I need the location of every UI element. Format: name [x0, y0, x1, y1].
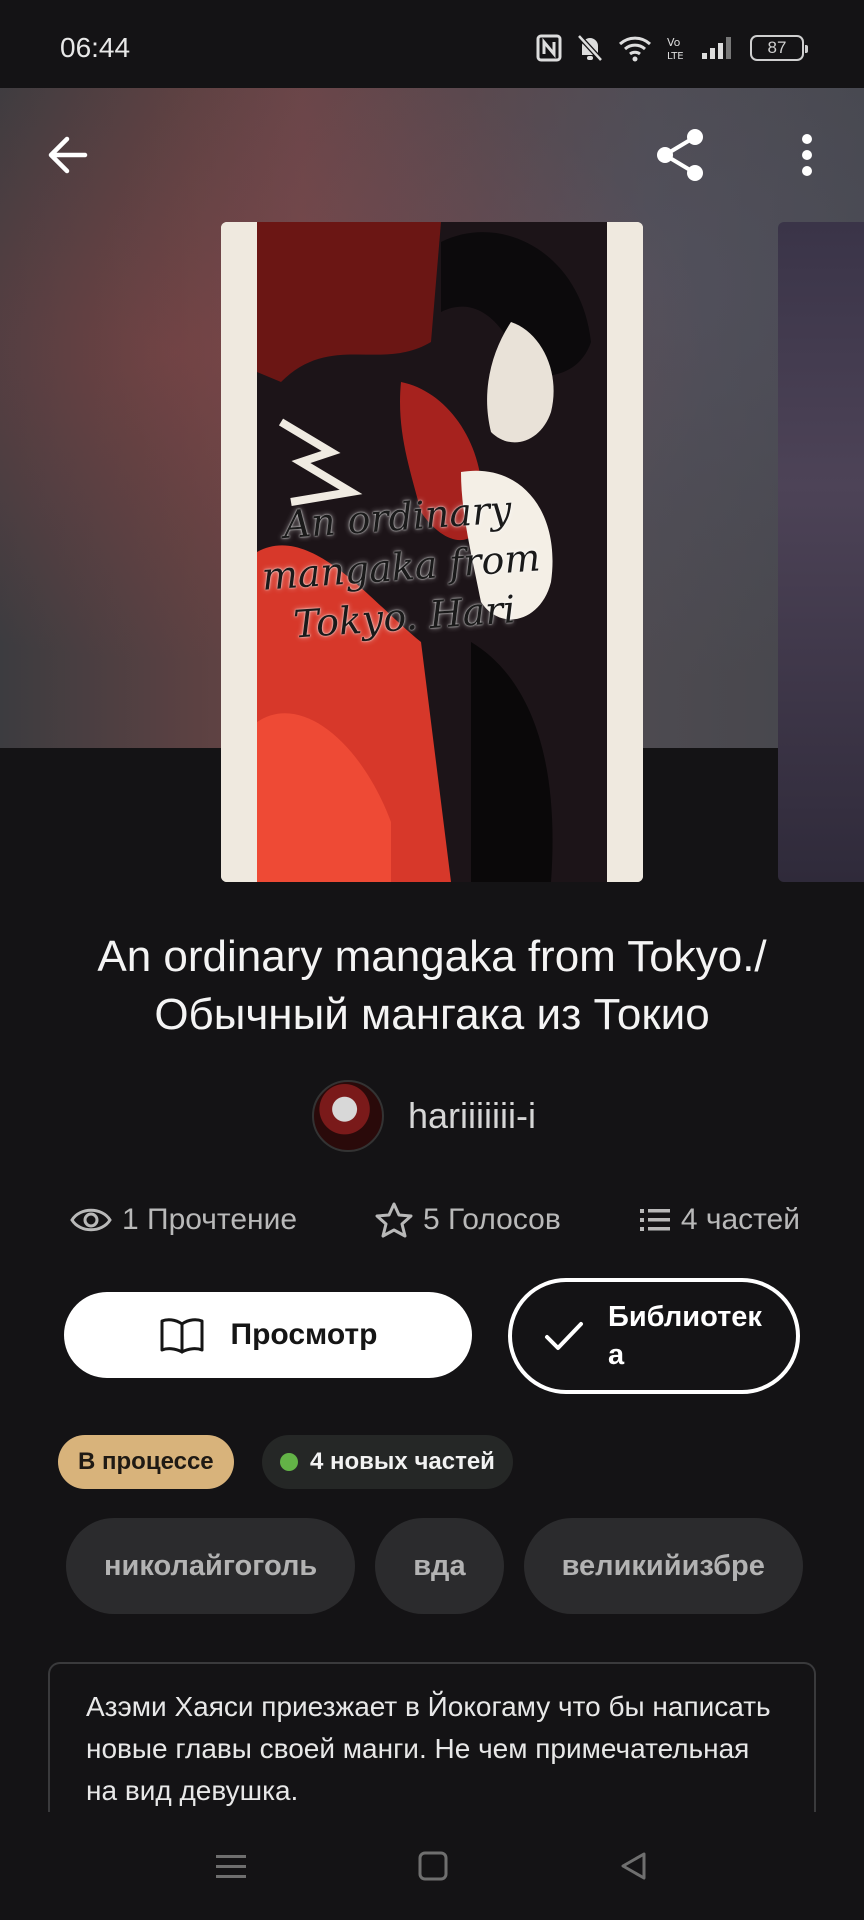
- library-button[interactable]: Библиотек а: [508, 1278, 800, 1394]
- more-vertical-icon: [802, 134, 812, 176]
- read-button-label: Просмотр: [230, 1318, 378, 1351]
- status-time: 06:44: [60, 32, 131, 63]
- status-icons: Vo LTE 87: [536, 30, 808, 66]
- more-button[interactable]: [772, 120, 842, 190]
- reads-stat: 1 Прочтение: [70, 1203, 297, 1237]
- tag-chip[interactable]: великийизбре: [523, 1518, 803, 1614]
- status-badge: В процессе: [58, 1435, 234, 1489]
- status-bar: 06:44 Vo LTE 87: [0, 0, 864, 88]
- check-icon: [545, 1322, 583, 1350]
- mute-icon: [577, 34, 603, 62]
- menu-icon[interactable]: [214, 1851, 248, 1881]
- parts-count: 4 частей: [680, 1203, 800, 1236]
- eye-icon: [70, 1208, 112, 1232]
- read-button[interactable]: Просмотр: [64, 1292, 472, 1378]
- battery-icon: 87: [750, 35, 808, 61]
- home-icon[interactable]: [417, 1850, 449, 1882]
- book-open-icon: [160, 1318, 204, 1354]
- reads-count: 1 Прочтение: [122, 1203, 298, 1236]
- tag-chip[interactable]: вда: [375, 1518, 504, 1614]
- back-button[interactable]: [32, 120, 102, 190]
- back-triangle-icon[interactable]: [618, 1850, 650, 1882]
- votes-stat: 5 Голосов: [375, 1202, 561, 1238]
- star-icon: [375, 1202, 413, 1238]
- story-title: An ordinary mangaka from Tokyo./ Обычный…: [97, 932, 767, 1039]
- tag-chip[interactable]: николайгоголь: [66, 1518, 356, 1614]
- new-parts-label: 4 новых частей: [310, 1448, 495, 1475]
- nfc-icon: [536, 34, 562, 62]
- share-icon: [657, 129, 703, 181]
- share-button[interactable]: [646, 120, 716, 190]
- cover-title-text: An ordinary mangaka from Tokyo. Hari: [260, 487, 542, 647]
- book-cover[interactable]: An ordinary mangaka from Tokyo. Hari: [221, 222, 643, 882]
- parts-stat: 4 частей: [639, 1203, 800, 1237]
- author-row[interactable]: hariiiiiii-i: [312, 1078, 536, 1154]
- library-button-label: Библиотек а: [608, 1301, 762, 1371]
- author-name[interactable]: hariiiiiii-i: [408, 1095, 536, 1137]
- system-navigation-bar: [0, 1812, 864, 1920]
- new-parts-badge: 4 новых частей: [262, 1435, 513, 1489]
- arrow-left-icon: [48, 136, 88, 174]
- signal-icon: [702, 37, 731, 59]
- new-indicator-dot: [280, 1453, 298, 1471]
- svg-text:Vo: Vo: [667, 36, 681, 49]
- wifi-icon: [618, 36, 652, 62]
- next-cover-preview[interactable]: [778, 222, 864, 882]
- votes-count: 5 Голосов: [423, 1203, 561, 1236]
- story-stats: 1 Прочтение 5 Голосов 4 частей: [70, 1196, 800, 1244]
- svg-text:LTE: LTE: [667, 51, 684, 62]
- avatar[interactable]: [312, 1080, 384, 1152]
- volte-icon: Vo LTE: [667, 36, 684, 62]
- tags-row[interactable]: николайгоголь вда великийизбре: [66, 1518, 826, 1614]
- list-icon: [639, 1209, 670, 1231]
